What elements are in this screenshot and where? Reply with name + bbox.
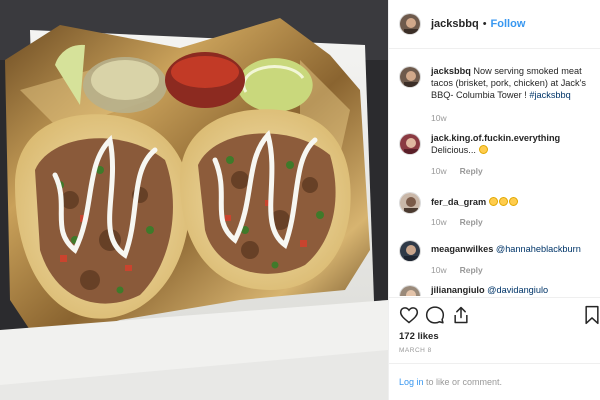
hashtag-link[interactable]: #jacksbbq [529, 90, 570, 100]
follow-button[interactable]: Follow [491, 18, 526, 30]
divider [389, 363, 600, 364]
profile-photo-icon [400, 193, 420, 213]
login-prompt: Log in to like or comment. [399, 377, 502, 387]
avatar[interactable] [399, 285, 421, 296]
comment-icon[interactable] [425, 305, 445, 325]
bookmark-icon[interactable] [583, 305, 600, 325]
comment-body: fer_da_gram 10w Reply [431, 191, 599, 228]
action-bar [399, 305, 599, 329]
avatar[interactable] [399, 66, 421, 88]
reply-button[interactable]: Reply [460, 216, 483, 228]
tacos-photo-illustration [0, 0, 388, 400]
caption: jacksbbq Now serving smoked meat tacos (… [399, 65, 599, 124]
grinning-emoji-icon [498, 197, 508, 206]
profile-photo-icon [400, 241, 420, 261]
likes-count[interactable]: 172 likes [399, 331, 439, 342]
comment-username[interactable]: jilianangiulo [431, 285, 485, 295]
caption-meta: 10w [431, 112, 599, 124]
grinning-emoji-icon [478, 145, 488, 154]
profile-photo-icon [400, 67, 420, 87]
avatar[interactable] [399, 240, 421, 262]
timestamp[interactable]: 10w [431, 216, 447, 228]
divider [389, 297, 600, 298]
timestamp[interactable]: 10w [431, 165, 447, 177]
grinning-emoji-icon [508, 197, 518, 206]
post-photo[interactable] [0, 0, 388, 400]
comment-meta: 10w Reply [431, 165, 599, 177]
comment-meta: 10w Reply [431, 264, 599, 276]
caption-username[interactable]: jacksbbq [431, 66, 471, 76]
profile-photo-icon [400, 14, 420, 34]
profile-photo-icon [400, 286, 420, 296]
timestamp[interactable]: 10w [431, 264, 447, 276]
comment-username[interactable]: jack.king.of.fuckin.everything [431, 132, 599, 144]
comment-body: meaganwilkes @hannaheblackburn 10w Reply [431, 239, 599, 276]
profile-photo-icon [400, 134, 420, 154]
login-link[interactable]: Log in [399, 377, 424, 387]
reply-button[interactable]: Reply [460, 264, 483, 276]
comment-username[interactable]: fer_da_gram [431, 197, 486, 207]
post-date: MARCH 8 [399, 347, 432, 354]
comments-list[interactable]: jacksbbq Now serving smoked meat tacos (… [389, 50, 600, 296]
comment-username[interactable]: meaganwilkes [431, 244, 493, 254]
mention-link[interactable]: @hannaheblackburn [496, 244, 581, 254]
heart-icon[interactable] [399, 305, 419, 325]
post-author-username[interactable]: jacksbbq [431, 18, 479, 30]
separator-dot: • [482, 18, 487, 30]
comment-body: jilianangiulo @davidangiulo [431, 284, 599, 296]
post-header: jacksbbq • Follow [389, 0, 600, 49]
comment-item: meaganwilkes @hannaheblackburn 10w Reply [399, 239, 599, 276]
comment-text: Delicious... [431, 145, 479, 155]
mention-link[interactable]: @davidangiulo [487, 285, 548, 295]
avatar[interactable] [399, 192, 421, 214]
reply-button[interactable]: Reply [460, 165, 483, 177]
comment-body: jack.king.of.fuckin.everything Delicious… [431, 132, 599, 177]
avatar[interactable] [399, 13, 421, 35]
comment-item: jack.king.of.fuckin.everything Delicious… [399, 132, 599, 177]
post-sidebar: jacksbbq • Follow jacksbbq Now serving s… [388, 0, 600, 400]
caption-body: jacksbbq Now serving smoked meat tacos (… [431, 65, 599, 124]
comment-item: fer_da_gram 10w Reply [399, 191, 599, 228]
avatar[interactable] [399, 133, 421, 155]
login-prompt-text: to like or comment. [423, 377, 503, 387]
grinning-emoji-icon [488, 197, 498, 206]
timestamp[interactable]: 10w [431, 112, 447, 124]
comment-meta: 10w Reply [431, 216, 599, 228]
comment-item: jilianangiulo @davidangiulo [399, 284, 599, 296]
share-icon[interactable] [451, 305, 471, 325]
